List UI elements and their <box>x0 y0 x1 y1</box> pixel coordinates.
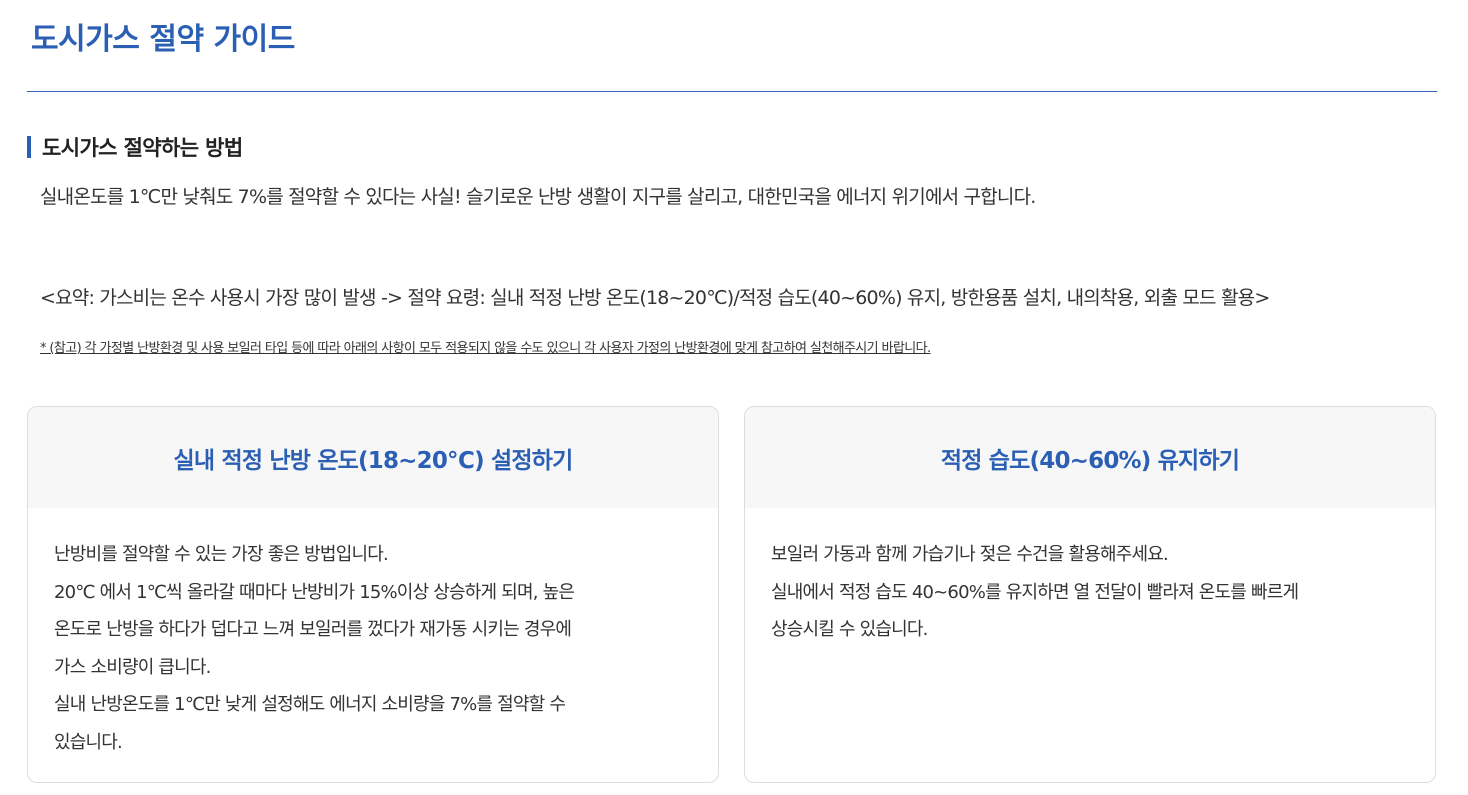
card-body: 보일러 가동과 함께 가습기나 젖은 수건을 활용해주세요. 실내에서 적정 습… <box>745 508 1435 649</box>
heading-accent-bar <box>27 136 31 158</box>
title-divider <box>27 91 1437 92</box>
card-humidity: 적정 습도(40~60%) 유지하기 보일러 가동과 함께 가습기나 젖은 수건… <box>744 406 1436 783</box>
section-heading-text: 도시가스 절약하는 방법 <box>42 136 243 160</box>
card-text-line: 실내에서 적정 습도 40~60%를 유지하면 열 전달이 빨라져 온도를 빠르… <box>771 581 1299 603</box>
card-text-line: 있습니다. <box>54 731 123 753</box>
reference-note: * (참고) 각 가정별 난방환경 및 사용 보일러 타입 등에 따라 아래의 … <box>40 341 931 356</box>
page: 도시가스 절약 가이드 도시가스 절약하는 방법 실내온도를 1℃만 낮춰도 7… <box>0 0 1468 795</box>
card-header: 실내 적정 난방 온도(18~20℃) 설정하기 <box>28 407 718 508</box>
card-text-line: 온도로 난방을 하다가 덥다고 느껴 보일러를 껐다가 재가동 시키는 경우에 <box>54 619 572 640</box>
summary-text: <요약: 가스비는 온수 사용시 가장 많이 발생 -> 절약 요령: 실내 적… <box>40 287 1270 309</box>
section-heading: 도시가스 절약하는 방법 <box>27 133 243 161</box>
card-header: 적정 습도(40~60%) 유지하기 <box>745 407 1435 508</box>
card-text-line: 상승시킬 수 있습니다. <box>771 619 928 640</box>
card-indoor-temperature: 실내 적정 난방 온도(18~20℃) 설정하기 난방비를 절약할 수 있는 가… <box>27 406 719 783</box>
card-title: 실내 적정 난방 온도(18~20℃) 설정하기 <box>173 447 574 474</box>
card-text-line: 20℃ 에서 1℃씩 올라갈 때마다 난방비가 15%이상 상승하게 되며, 높… <box>54 581 575 603</box>
card-text-line: 가스 소비량이 큽니다. <box>54 656 211 678</box>
card-title: 적정 습도(40~60%) 유지하기 <box>940 447 1240 474</box>
card-text-line: 보일러 가동과 함께 가습기나 젖은 수건을 활용해주세요. <box>771 544 1169 565</box>
card-body: 난방비를 절약할 수 있는 가장 좋은 방법입니다. 20℃ 에서 1℃씩 올라… <box>28 508 718 761</box>
card-text-line: 실내 난방온도를 1℃만 낮게 설정해도 에너지 소비량을 7%를 절약할 수 <box>54 694 566 715</box>
intro-text: 실내온도를 1℃만 낮춰도 7%를 절약할 수 있다는 사실! 슬기로운 난방 … <box>40 186 1036 208</box>
page-title: 도시가스 절약 가이드 <box>31 22 295 57</box>
card-text-line: 난방비를 절약할 수 있는 가장 좋은 방법입니다. <box>54 544 389 565</box>
